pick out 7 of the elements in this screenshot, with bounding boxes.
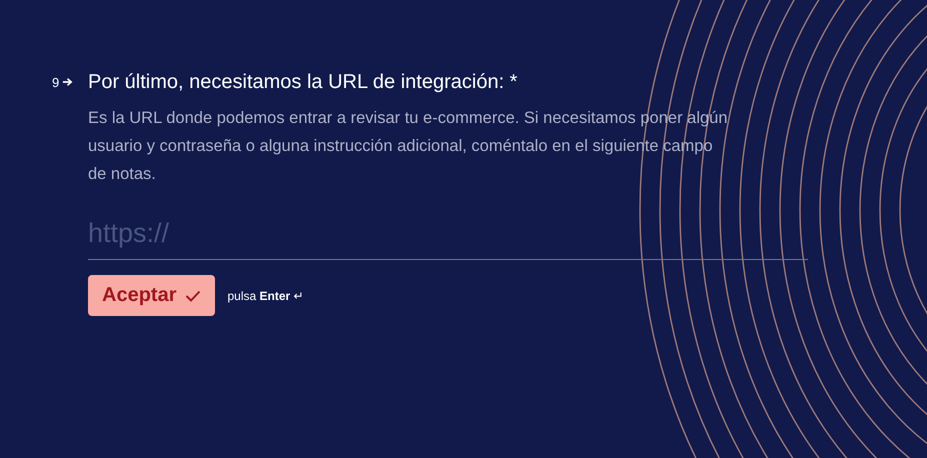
- url-input-field[interactable]: https://: [88, 218, 808, 260]
- question-title: Por último, necesitamos la URL de integración: *: [88, 70, 518, 95]
- checkmark-icon: [185, 290, 202, 302]
- question-number: 9: [52, 74, 60, 90]
- keyboard-hint: pulsa Enter ↵: [227, 288, 304, 302]
- accept-button[interactable]: Aceptar: [88, 275, 216, 316]
- arrow-right-icon: [62, 77, 74, 87]
